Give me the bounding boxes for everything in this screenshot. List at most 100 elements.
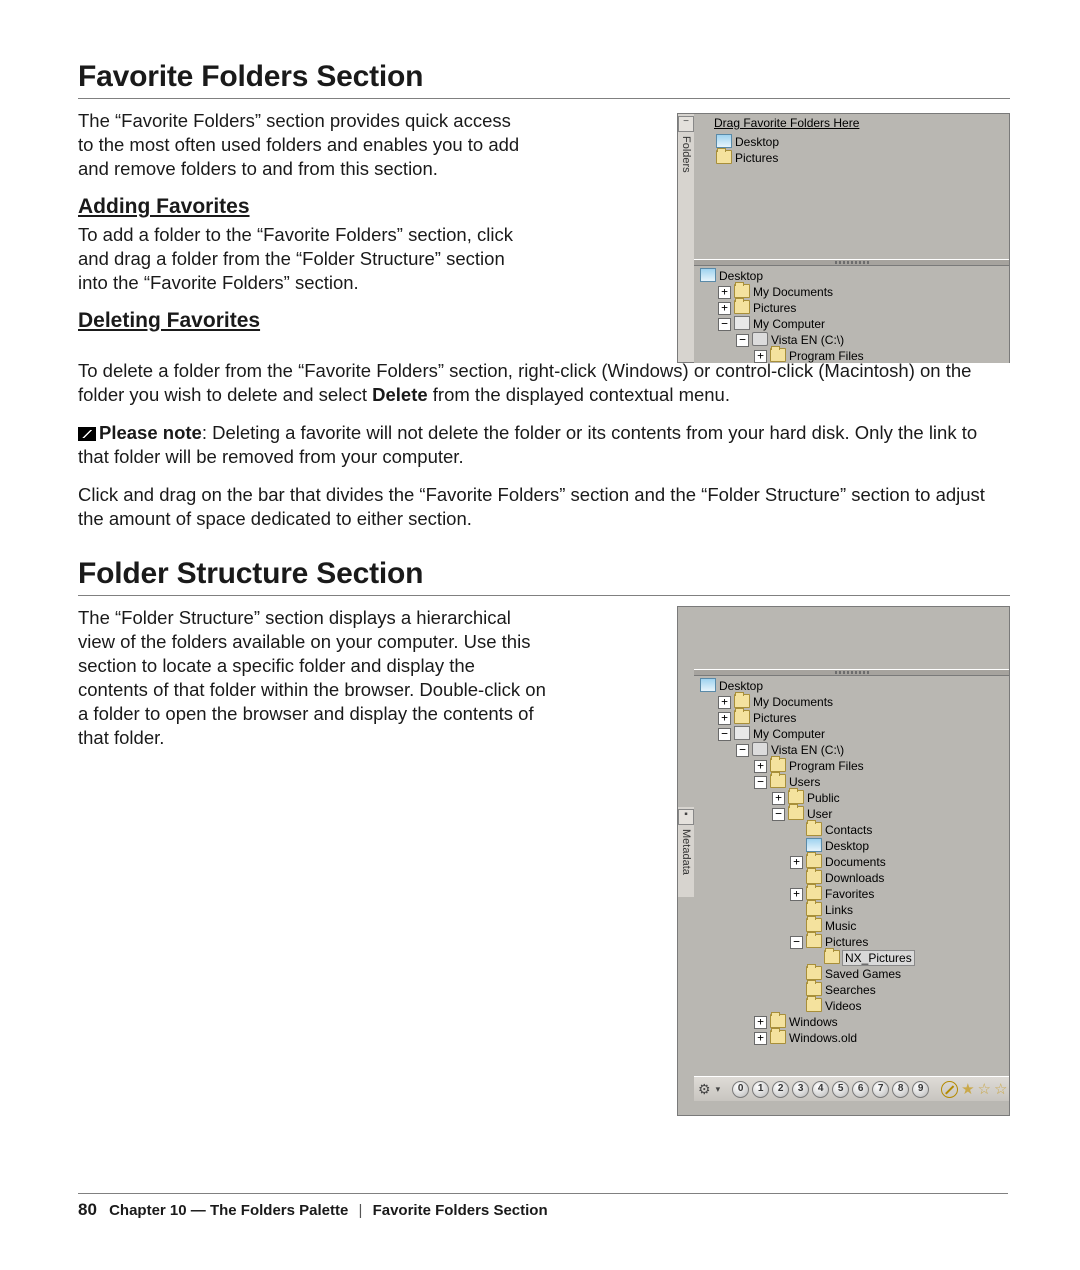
note-icon (78, 427, 96, 441)
tree-item[interactable]: Downloads (825, 871, 884, 885)
favorites-panel-screenshot: − Folders Drag Favorite Folders Here +De… (677, 113, 1010, 363)
tree-item[interactable]: Pictures (753, 711, 796, 725)
rating-button[interactable]: 3 (792, 1081, 809, 1098)
favorites-tree[interactable]: +Desktop +Pictures (694, 132, 1009, 168)
folder-icon (806, 902, 822, 916)
computer-icon (734, 316, 750, 330)
drive-icon (752, 742, 768, 756)
folder-icon (806, 854, 822, 868)
no-rating-icon[interactable] (941, 1081, 958, 1098)
folder-icon (734, 284, 750, 298)
tree-item[interactable]: Desktop (719, 679, 763, 693)
structure-tree-small[interactable]: Desktop +My Documents +Pictures −My Comp… (694, 266, 1009, 363)
panel-collapse-button[interactable]: ▪ (678, 809, 694, 825)
folder-icon (806, 870, 822, 884)
desktop-icon (806, 838, 822, 852)
folder-icon (716, 150, 732, 164)
please-note-text: Please note: Deleting a favorite will no… (78, 421, 1010, 469)
folder-structure-panel-screenshot: ▪ Metadata Desktop +My Documents +Pictur… (677, 606, 1010, 1116)
section-rule (78, 98, 1010, 99)
tree-item[interactable]: My Computer (753, 727, 825, 741)
tree-item[interactable]: Videos (825, 999, 861, 1013)
desktop-icon (700, 678, 716, 692)
tree-item[interactable]: My Computer (753, 317, 825, 331)
rating-button[interactable]: 5 (832, 1081, 849, 1098)
folder-icon (770, 1030, 786, 1044)
tree-item[interactable]: Users (789, 775, 820, 789)
panel-toolbar: ⚙▾ 0 1 2 3 4 5 6 7 8 9 ★ (694, 1076, 1009, 1101)
adding-favorites-text: To add a folder to the “Favorite Folders… (78, 223, 530, 295)
tree-item[interactable]: Documents (825, 855, 886, 869)
tree-item[interactable]: Vista EN (C:\) (771, 333, 844, 347)
tree-item[interactable]: Windows.old (789, 1031, 857, 1045)
drag-favorites-hint: Drag Favorite Folders Here (694, 114, 1009, 132)
heading-favorite-folders: Favorite Folders Section (78, 60, 1010, 94)
rating-button[interactable]: 4 (812, 1081, 829, 1098)
panel-tab-metadata[interactable]: Metadata (680, 829, 692, 875)
tree-item[interactable]: Contacts (825, 823, 872, 837)
desktop-icon (700, 268, 716, 282)
folder-icon (734, 694, 750, 708)
pane-divider[interactable] (694, 259, 1009, 266)
section-rule (78, 595, 1010, 596)
folder-icon (806, 934, 822, 948)
tree-item[interactable]: Program Files (789, 759, 864, 773)
tree-item[interactable]: Searches (825, 983, 876, 997)
tree-item[interactable]: Public (807, 791, 840, 805)
rating-button[interactable]: 0 (732, 1081, 749, 1098)
tree-item[interactable]: My Documents (753, 285, 833, 299)
desktop-icon (716, 134, 732, 148)
page-footer: 80 Chapter 10 — The Folders Palette | Fa… (78, 1193, 1008, 1220)
tree-item[interactable]: Music (825, 919, 856, 933)
subhead-deleting-favorites: Deleting Favorites (78, 309, 530, 333)
drive-icon (752, 332, 768, 346)
folder-icon (788, 790, 804, 804)
folder-icon (806, 822, 822, 836)
footer-crumb: Favorite Folders Section (373, 1202, 548, 1219)
panel-collapse-button[interactable]: − (678, 116, 694, 132)
rating-button[interactable]: 2 (772, 1081, 789, 1098)
folder-icon (770, 758, 786, 772)
tree-item[interactable]: Vista EN (C:\) (771, 743, 844, 757)
folder-icon (734, 710, 750, 724)
folder-icon (770, 348, 786, 362)
star-icon[interactable]: ★ (961, 1082, 974, 1097)
star-icon[interactable]: ☆ (994, 1082, 1007, 1097)
gear-icon[interactable]: ⚙ (698, 1081, 711, 1098)
rating-button[interactable]: 1 (752, 1081, 769, 1098)
deleting-favorites-text: To delete a folder from the “Favorite Fo… (78, 359, 1010, 407)
star-icon[interactable]: ☆ (978, 1082, 991, 1097)
footer-chapter: Chapter 10 — The Folders Palette (109, 1202, 348, 1219)
structure-tree-large[interactable]: Desktop +My Documents +Pictures −My Comp… (694, 676, 1009, 1048)
tree-item[interactable]: Desktop (735, 135, 779, 149)
folder-icon (770, 1014, 786, 1028)
tree-item[interactable]: My Documents (753, 695, 833, 709)
rating-button[interactable]: 8 (892, 1081, 909, 1098)
tree-item[interactable]: Desktop (825, 839, 869, 853)
folder-icon (806, 982, 822, 996)
tree-item[interactable]: Program Files (789, 349, 864, 363)
rating-button[interactable]: 7 (872, 1081, 889, 1098)
page-number: 80 (78, 1200, 97, 1219)
pane-divider[interactable] (694, 669, 1009, 676)
heading-folder-structure: Folder Structure Section (78, 557, 1010, 591)
folder-icon (734, 300, 750, 314)
tree-item[interactable]: Saved Games (825, 967, 901, 981)
tree-item-selected[interactable]: NX_Pictures (843, 951, 914, 965)
tree-item[interactable]: Links (825, 903, 853, 917)
rating-button[interactable]: 6 (852, 1081, 869, 1098)
folder-icon (806, 918, 822, 932)
folder-icon (806, 886, 822, 900)
tree-item[interactable]: User (807, 807, 832, 821)
rating-button[interactable]: 9 (912, 1081, 929, 1098)
tree-item[interactable]: Windows (789, 1015, 838, 1029)
tree-item[interactable]: Pictures (735, 151, 778, 165)
tree-item[interactable]: Favorites (825, 887, 874, 901)
folder-icon (770, 774, 786, 788)
tree-item[interactable]: Pictures (753, 301, 796, 315)
panel-tab-folders[interactable]: Folders (680, 136, 692, 173)
tree-item[interactable]: Desktop (719, 269, 763, 283)
tree-item[interactable]: Pictures (825, 935, 868, 949)
folder-icon (806, 966, 822, 980)
drag-divider-text: Click and drag on the bar that divides t… (78, 483, 1010, 531)
